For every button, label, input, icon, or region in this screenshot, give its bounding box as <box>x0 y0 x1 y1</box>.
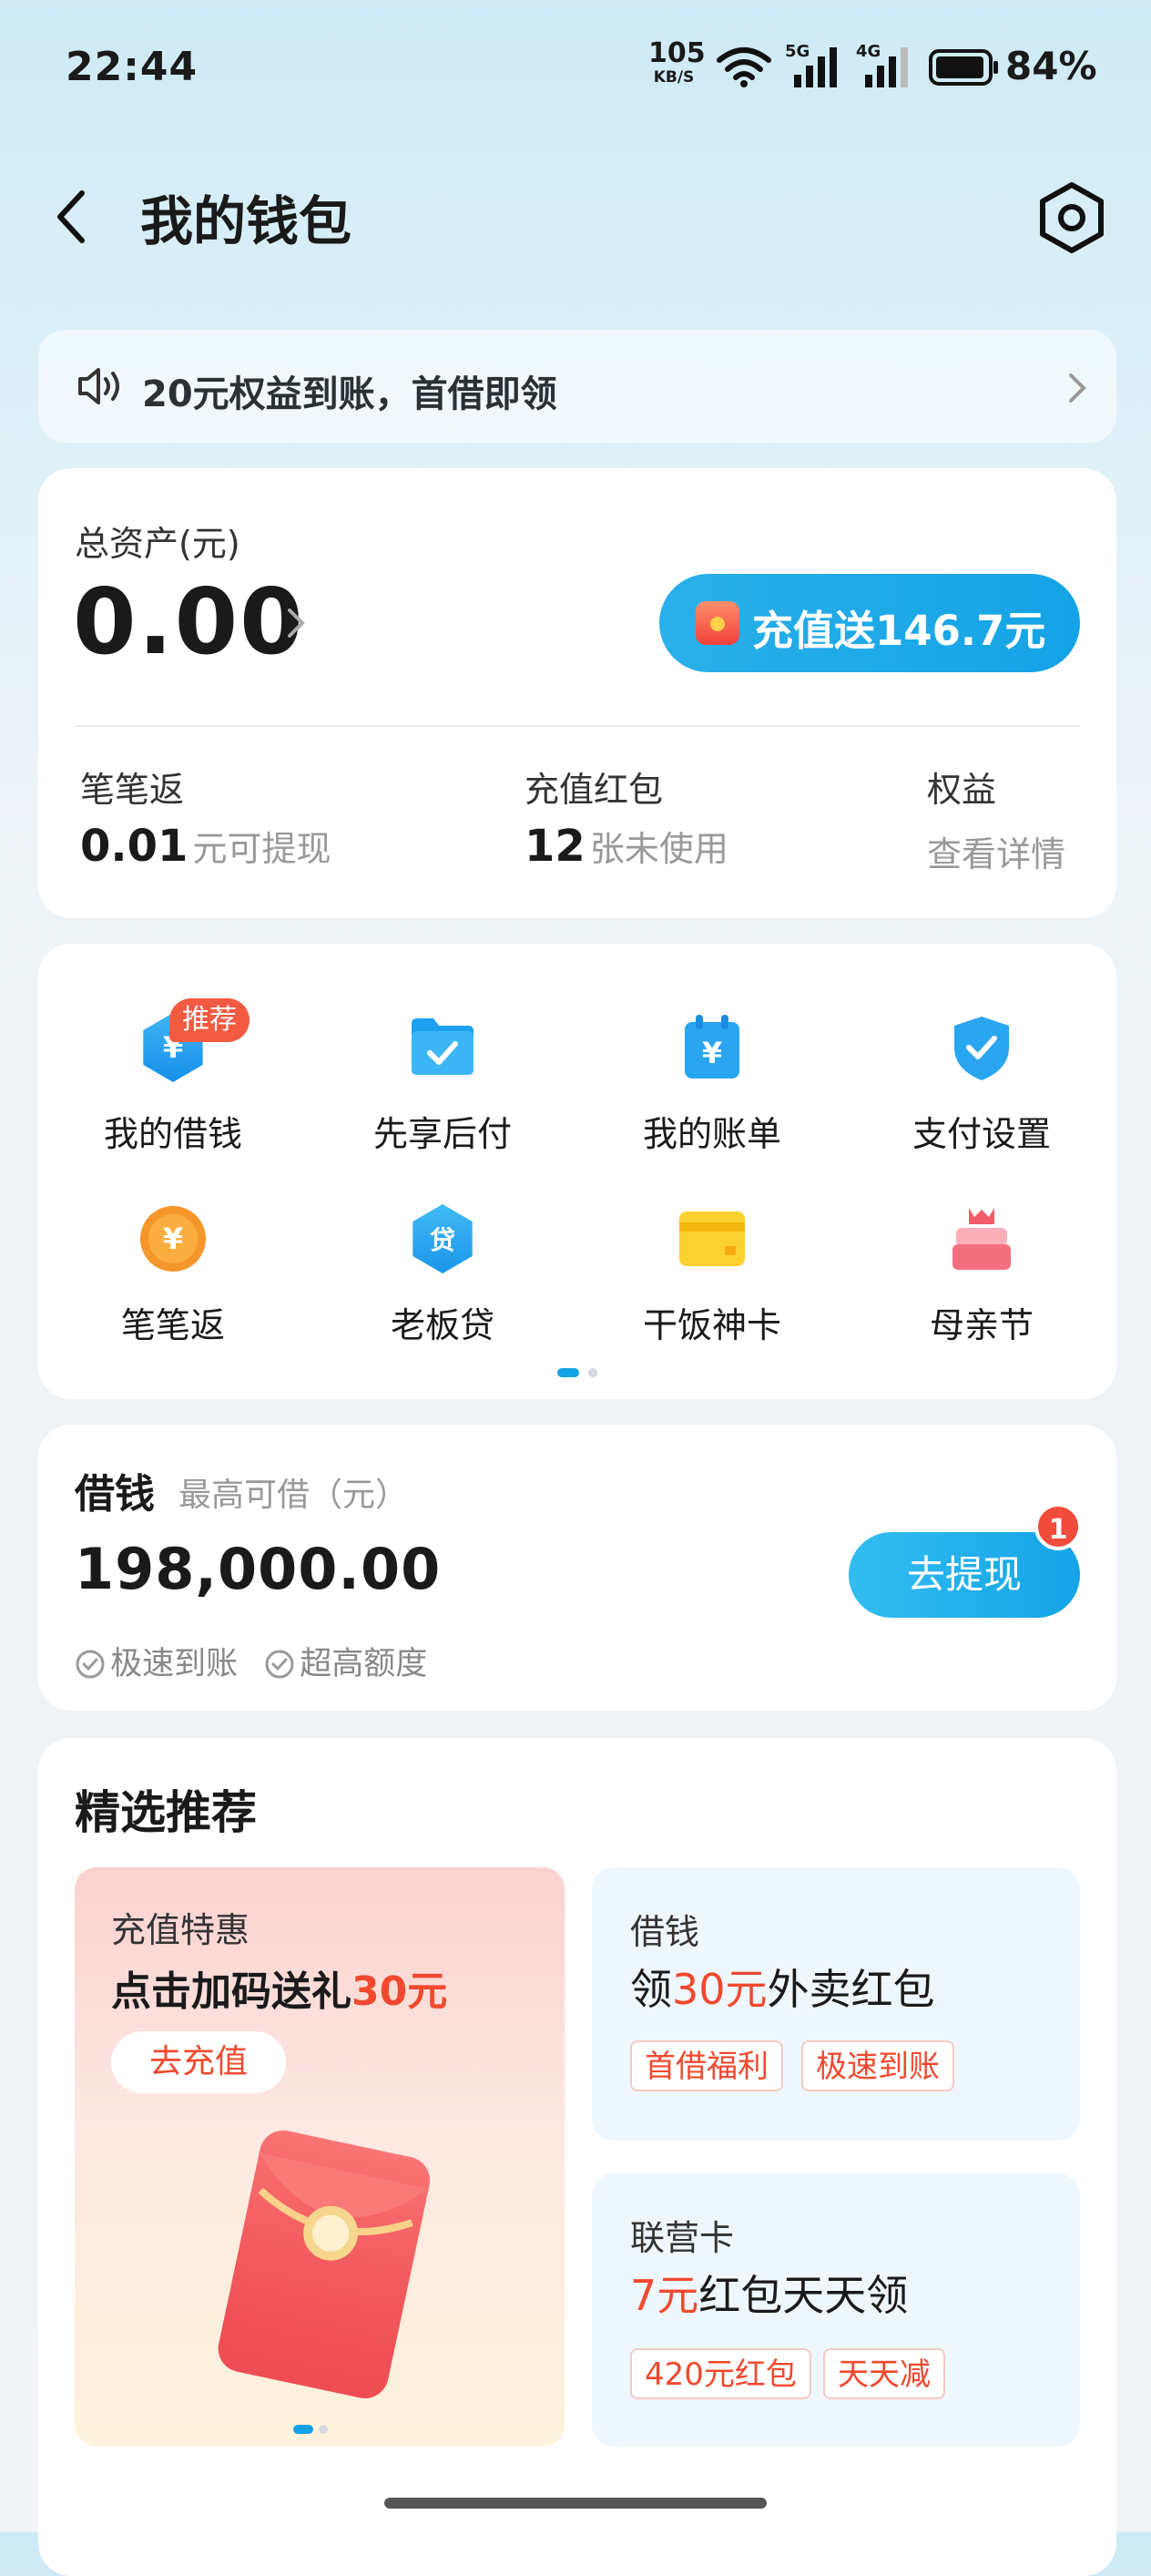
net-speed-unit: KB/S <box>653 68 695 87</box>
promo-category: 联营卡 <box>630 2218 735 2258</box>
feature-label: 干饭神卡 <box>642 1305 781 1345</box>
feature-label: 笔笔返 <box>120 1305 225 1345</box>
chevron-right-icon[interactable] <box>284 605 308 641</box>
red-packet-summary[interactable]: 充值红包 12 张未使用 <box>525 762 816 872</box>
feature-meal-card[interactable]: 干饭神卡 <box>577 1195 847 1377</box>
cashback-value: 0.01 <box>80 821 188 872</box>
cashback-unit: 元可提现 <box>192 829 331 869</box>
signal-4g-icon <box>865 47 908 87</box>
feature-payment-settings[interactable]: 支付设置 <box>847 1004 1116 1186</box>
promo-chip: 极速到账 <box>801 2040 954 2091</box>
assets-card: 总资产(元) 0.00 充值送146.7元 笔笔返 0.01 元可提现 充值红包… <box>38 468 1116 918</box>
cashback-coin-icon: ¥ <box>138 1204 208 1273</box>
feature-pay-later[interactable]: 先享后付 <box>308 1004 577 1186</box>
loan-max-amount: 198,000.00 <box>75 1536 442 1602</box>
total-assets-value[interactable]: 0.00 <box>73 568 305 675</box>
bill-calendar-icon: ¥ <box>677 1013 747 1082</box>
feature-mothers-day[interactable]: 母亲节 <box>847 1195 1116 1377</box>
pager-dot-active <box>557 1368 579 1377</box>
divider <box>75 725 1080 727</box>
total-assets-label: 总资产(元) <box>75 524 240 564</box>
promo-chip: 420元红包 <box>630 2348 811 2399</box>
speaker-icon <box>78 368 119 404</box>
feature-label: 我的借钱 <box>103 1114 242 1154</box>
red-packet-unit: 张未使用 <box>589 829 728 869</box>
feature-my-loan[interactable]: ¥ 推荐 我的借钱 <box>38 998 308 1186</box>
recharge-bonus-label: 充值送146.7元 <box>752 607 1046 655</box>
feature-label: 先享后付 <box>372 1114 512 1154</box>
pager-dot <box>588 1368 597 1377</box>
page-title: 我的钱包 <box>140 190 352 252</box>
loan-features: 极速到账 超高额度 <box>75 1638 427 1684</box>
benefits-label: 权益 <box>927 770 997 810</box>
promo-category: 借钱 <box>630 1912 700 1952</box>
battery-icon <box>929 49 998 86</box>
back-arrow-icon[interactable] <box>46 182 100 251</box>
feature-label: 母亲节 <box>929 1305 1034 1345</box>
boss-loan-icon: 贷 <box>408 1204 477 1273</box>
red-envelope-illustration <box>218 2130 431 2398</box>
loan-feature: 极速到账 <box>110 1646 239 1682</box>
feature-my-bills[interactable]: ¥ 我的账单 <box>577 1004 847 1186</box>
settings-gear-icon[interactable] <box>1034 180 1109 255</box>
recharge-promo-card[interactable]: 充值特惠 点击加码送礼30元 去充值 <box>75 1867 565 2447</box>
red-packet-count: 12 <box>525 821 586 872</box>
recharge-bonus-button[interactable]: 充值送146.7元 <box>659 574 1080 672</box>
benefits-details-link: 查看详情 <box>927 834 1066 874</box>
go-recharge-button[interactable]: 去充值 <box>111 2031 286 2093</box>
feature-label: 我的账单 <box>642 1114 781 1154</box>
check-circle-icon <box>265 1650 294 1679</box>
promo-chip: 首借福利 <box>630 2040 783 2091</box>
recommend-title: 精选推荐 <box>75 1786 257 1839</box>
red-envelope-icon <box>696 601 739 645</box>
feature-label: 老板贷 <box>390 1305 494 1345</box>
battery-percent: 84% <box>1005 44 1097 88</box>
home-indicator[interactable] <box>384 2498 767 2509</box>
yellow-card-icon <box>679 1211 745 1266</box>
signal-5g-icon <box>794 47 837 87</box>
cake-icon <box>952 1208 1011 1270</box>
status-bar: 22:44 105 KB/S 5G 4G 84% <box>0 0 1151 137</box>
cashback-summary[interactable]: 笔笔返 0.01 元可提现 <box>80 762 372 872</box>
net-speed-value: 105 <box>648 37 706 69</box>
feature-grid: ¥ 推荐 我的借钱 先享后付 ¥ 我的账单 支付设置 ¥ 笔笔返 贷 老板贷 干… <box>38 944 1116 1399</box>
loan-title: 借钱 <box>75 1471 155 1518</box>
chevron-right-icon <box>1069 373 1086 403</box>
promo-chip: 天天减 <box>823 2348 945 2399</box>
promo-category: 充值特惠 <box>111 1910 250 1950</box>
promo-headline: 领30元外卖红包 <box>630 1965 935 2014</box>
loan-subtitle: 最高可借（元） <box>178 1477 409 1514</box>
status-time: 22:44 <box>66 44 199 90</box>
pager-dot <box>319 2425 328 2434</box>
folder-check-icon <box>412 1018 474 1075</box>
red-packet-label: 充值红包 <box>525 770 664 810</box>
shield-check-icon <box>954 1017 1009 1080</box>
benefits-summary[interactable]: 权益 查看详情 <box>927 762 1109 876</box>
loan-card: 借钱 最高可借（元） 198,000.00 极速到账 超高额度 去提现 1 <box>38 1425 1116 1711</box>
check-circle-icon <box>76 1650 105 1679</box>
cashback-label: 笔笔返 <box>80 770 185 810</box>
promo-headline: 点击加码送礼30元 <box>111 1968 448 2015</box>
feature-boss-loan[interactable]: 贷 老板贷 <box>308 1195 577 1377</box>
notification-badge: 1 <box>1034 1503 1082 1550</box>
recommend-tag: 推荐 <box>169 998 250 1042</box>
loan-promo-card[interactable]: 借钱 领30元外卖红包 首借福利 极速到账 <box>592 1867 1080 2141</box>
loan-feature: 超高额度 <box>300 1646 428 1682</box>
feature-cashback[interactable]: ¥ 笔笔返 <box>38 1195 308 1377</box>
notice-banner[interactable]: 20元权益到账，首借即领 <box>38 330 1116 443</box>
wifi-icon <box>717 47 771 87</box>
net-speed: 105 KB/S <box>648 37 706 89</box>
recommend-section: 精选推荐 充值特惠 点击加码送礼30元 去充值 借钱 领30元外卖红包 首借福利… <box>38 1738 1116 2576</box>
promo-headline: 7元红包天天领 <box>630 2271 909 2320</box>
feature-label: 支付设置 <box>912 1114 1051 1154</box>
pager-dot-active <box>293 2425 313 2434</box>
notice-text: 20元权益到账，首借即领 <box>142 373 557 415</box>
cobrand-card-promo[interactable]: 联营卡 7元红包天天领 420元红包 天天减 <box>592 2173 1080 2447</box>
